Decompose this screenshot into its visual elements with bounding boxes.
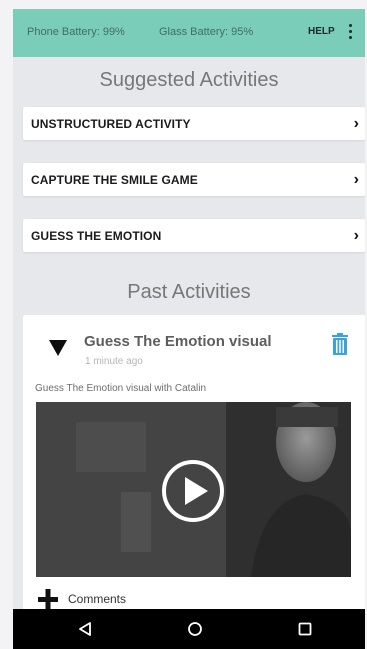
activity-title: Guess The Emotion visual <box>84 333 272 350</box>
phone-battery-text: Phone Battery: 99% <box>27 26 125 38</box>
capture-the-smile-game-button[interactable]: CAPTURE THE SMILE GAME › <box>23 163 365 196</box>
activity-timestamp: 1 minute ago <box>85 356 143 367</box>
play-circle-icon[interactable] <box>161 459 225 523</box>
chevron-right-icon: › <box>353 170 359 188</box>
android-navigation-bar <box>13 609 365 649</box>
recents-button[interactable] <box>285 609 325 649</box>
back-triangle-icon <box>79 622 91 636</box>
guess-the-emotion-button[interactable]: GUESS THE EMOTION › <box>23 219 365 252</box>
comments-label: Comments <box>68 592 127 606</box>
chevron-right-icon: › <box>353 226 359 244</box>
recents-square-icon <box>298 622 312 636</box>
app-screen: Phone Battery: 99% Glass Battery: 95% HE… <box>13 9 365 649</box>
plus-icon <box>38 589 58 609</box>
unstructured-activity-button[interactable]: UNSTRUCTURED ACTIVITY › <box>23 107 365 140</box>
suggested-activities-heading: Suggested Activities <box>99 69 279 91</box>
activity-label: CAPTURE THE SMILE GAME <box>31 172 198 187</box>
chevron-right-icon: › <box>353 114 359 132</box>
past-activities-heading: Past Activities <box>127 281 251 303</box>
trash-icon[interactable] <box>331 333 349 355</box>
comments-toggle[interactable]: Comments <box>36 587 126 611</box>
back-button[interactable] <box>65 609 105 649</box>
activity-label: UNSTRUCTURED ACTIVITY <box>31 116 191 131</box>
glass-battery-text: Glass Battery: 95% <box>159 26 254 38</box>
triangle-down-icon[interactable] <box>49 340 67 356</box>
activity-label: GUESS THE EMOTION <box>31 228 162 243</box>
activity-description: Guess The Emotion visual with Catalin <box>35 383 207 394</box>
more-vert-icon[interactable] <box>349 24 353 42</box>
home-button[interactable] <box>175 609 215 649</box>
video-player[interactable] <box>36 402 351 577</box>
top-status-bar: Phone Battery: 99% Glass Battery: 95% HE… <box>13 9 365 57</box>
home-circle-icon <box>188 622 202 636</box>
help-button[interactable]: HELP <box>308 26 335 37</box>
past-activity-card: Guess The Emotion visual 1 minute ago Gu… <box>23 315 365 615</box>
